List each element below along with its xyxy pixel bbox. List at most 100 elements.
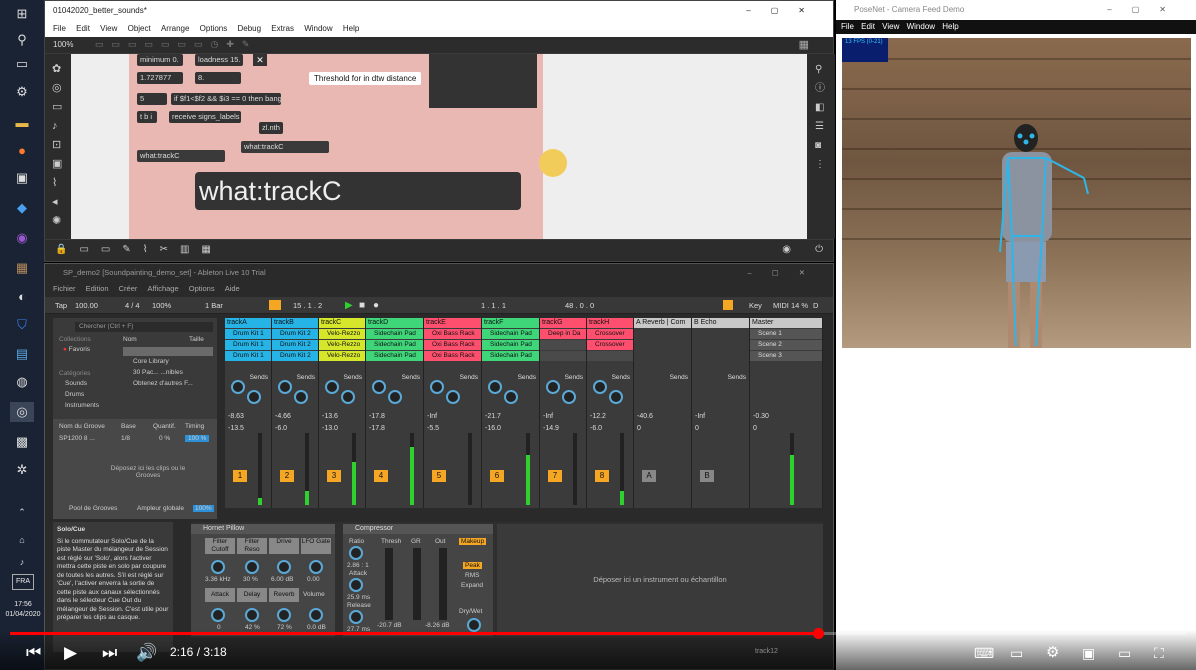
position-field[interactable]: 15 . 1 . 2 — [293, 297, 322, 314]
clip-slot[interactable]: Sidechain Pad — [482, 351, 539, 361]
power-icon[interactable]: ⏻ — [815, 244, 823, 255]
track-volume[interactable]: -Inf — [543, 413, 553, 420]
send-a-knob[interactable] — [278, 380, 292, 394]
tempo-field[interactable]: 100.00 — [75, 297, 98, 314]
instrument-drop-zone[interactable]: Déposer ici un instrument ou échantillon — [497, 524, 823, 636]
rms-button[interactable]: RMS — [465, 572, 479, 579]
knob-volume[interactable] — [309, 608, 323, 622]
clip-slot[interactable]: Oxi Bass Rack — [424, 340, 481, 350]
menu-creer[interactable]: Créer — [119, 284, 138, 293]
track-activator[interactable]: 3 — [327, 470, 341, 482]
groove-row-base[interactable]: 1/8 — [121, 435, 130, 442]
menu-options[interactable]: Options — [189, 284, 215, 293]
track-volume[interactable]: -4.66 — [275, 413, 291, 420]
clip-slot[interactable]: Crossover — [587, 340, 633, 350]
menu-window[interactable]: Window — [304, 24, 332, 33]
track-header[interactable]: trackC — [319, 318, 365, 328]
loop-start-field[interactable]: 1 . 1 . 1 — [481, 297, 506, 314]
param-delay[interactable]: Delay — [237, 588, 267, 602]
send-a-knob[interactable] — [231, 380, 245, 394]
draw-mode-button[interactable] — [723, 300, 733, 310]
volume-icon[interactable]: ♪ — [10, 552, 34, 572]
selected-browser-row[interactable] — [123, 347, 213, 356]
start-icon[interactable]: ⊞ — [10, 4, 34, 24]
track-volume[interactable]: -21.7 — [485, 413, 501, 420]
clip-slot[interactable]: Velo-Rezzo — [319, 329, 365, 339]
menu-view[interactable]: View — [882, 22, 899, 31]
knob-attack[interactable] — [349, 578, 363, 592]
message-whattrack-small[interactable]: what:trackC — [241, 141, 329, 153]
zoom-select[interactable]: 100% — [53, 40, 73, 49]
message-whattrack-large[interactable]: what:trackC — [195, 172, 521, 210]
clip-slot[interactable]: Drum Kit 1 — [225, 340, 271, 350]
menu-window[interactable]: Window — [907, 22, 935, 31]
send-b-knob[interactable] — [609, 390, 623, 404]
send-a-knob[interactable] — [546, 380, 560, 394]
send-a-knob[interactable] — [593, 380, 607, 394]
next-icon[interactable]: ⏭ — [102, 643, 117, 663]
size-column-header[interactable]: Taille — [189, 336, 204, 343]
peak-button[interactable]: Peak — [463, 562, 482, 569]
clip-slot[interactable]: Sidechain Pad — [482, 329, 539, 339]
patcher-canvas[interactable]: minimum 0. loadness 15. 1.727877 8. 5 if… — [71, 54, 807, 239]
track-activator[interactable]: 5 — [432, 470, 446, 482]
track-activator[interactable]: 7 — [548, 470, 562, 482]
menu-edit[interactable]: Edit — [76, 24, 90, 33]
knob-drive[interactable] — [277, 560, 291, 574]
clip-slot[interactable]: Drum Kit 2 — [272, 329, 318, 339]
track-header[interactable]: trackH — [587, 318, 633, 328]
menu-edit[interactable]: Edit — [861, 22, 875, 31]
out-slider[interactable] — [439, 548, 447, 620]
record-button[interactable]: ● — [373, 297, 379, 314]
number-threshold[interactable]: 8. — [195, 72, 241, 84]
track-header[interactable]: trackB — [272, 318, 318, 328]
menu-help[interactable]: Help — [942, 22, 958, 31]
knob-filter-cutoff[interactable] — [211, 560, 225, 574]
track-header[interactable]: trackG — [540, 318, 586, 328]
menu-options[interactable]: Options — [200, 24, 228, 33]
knob-attack[interactable] — [211, 608, 225, 622]
number-float[interactable]: 1.727877 — [137, 72, 183, 84]
track-volume[interactable]: -17.8 — [369, 413, 385, 420]
time-signature[interactable]: 4 / 4 — [125, 297, 140, 314]
clip-slot[interactable]: Crossover — [587, 329, 633, 339]
menu-file[interactable]: File — [841, 22, 854, 31]
bottom-toolbar-icons[interactable]: 🔒▭▭✎⌇✂▥▦ — [55, 244, 223, 255]
track-volume[interactable]: -13.6 — [322, 413, 338, 420]
track-header[interactable]: trackE — [424, 318, 481, 328]
menu-extras[interactable]: Extras — [271, 24, 294, 33]
clip-slot[interactable]: Velo-Rezzo — [319, 351, 365, 361]
clip-slot[interactable]: Drum Kit 1 — [225, 329, 271, 339]
keyboard-icon[interactable]: ⌨ — [974, 643, 994, 663]
category-instruments[interactable]: Instruments — [65, 402, 99, 409]
clip-slot[interactable]: Velo-Rezzo — [319, 340, 365, 350]
menu-debug[interactable]: Debug — [237, 24, 261, 33]
empty-clip-slot[interactable] — [540, 340, 586, 350]
posenet-window-controls[interactable]: –▢✕ — [1107, 0, 1186, 20]
master-volume[interactable]: -0.30 — [753, 413, 769, 420]
category-sounds[interactable]: Sounds — [65, 380, 87, 387]
category-drums[interactable]: Drums — [65, 391, 84, 398]
terminal-icon[interactable]: ▣ — [10, 168, 34, 188]
receive-object[interactable]: receive signs_labels — [169, 111, 241, 123]
menu-fichier[interactable]: Fichier — [53, 284, 76, 293]
menu-object[interactable]: Object — [128, 24, 151, 33]
clip-slot[interactable]: Sidechain Pad — [366, 329, 423, 339]
quantize-select[interactable]: 1 Bar — [205, 297, 223, 314]
loop-length-field[interactable]: 48 . 0 . 0 — [565, 297, 594, 314]
menu-help[interactable]: Help — [343, 24, 359, 33]
track-volume[interactable]: -Inf — [427, 413, 437, 420]
grid-icon[interactable]: ▦ — [799, 38, 809, 51]
track-header[interactable]: trackF — [482, 318, 539, 328]
groove-drop-zone[interactable]: Déposez ici les clips ou le Grooves — [103, 465, 193, 479]
param-drive[interactable]: Drive — [269, 538, 299, 554]
track-volume[interactable]: -12.2 — [590, 413, 606, 420]
play-icon[interactable]: ▶ — [64, 643, 77, 663]
param-filter-reso[interactable]: Filter Reso — [237, 538, 267, 554]
monitor-icon[interactable]: ▩ — [10, 432, 34, 452]
sidebar-icons[interactable]: ✿ ◎ ▭ ♪ ⊡ ▣ ⌇ ◂ ✺ — [52, 60, 62, 231]
track-activator[interactable]: 6 — [490, 470, 504, 482]
midi-map-button[interactable]: MIDI — [773, 297, 789, 314]
clip-slot[interactable]: Sidechain Pad — [366, 340, 423, 350]
scene-launch[interactable]: Scene 2 — [750, 340, 822, 350]
